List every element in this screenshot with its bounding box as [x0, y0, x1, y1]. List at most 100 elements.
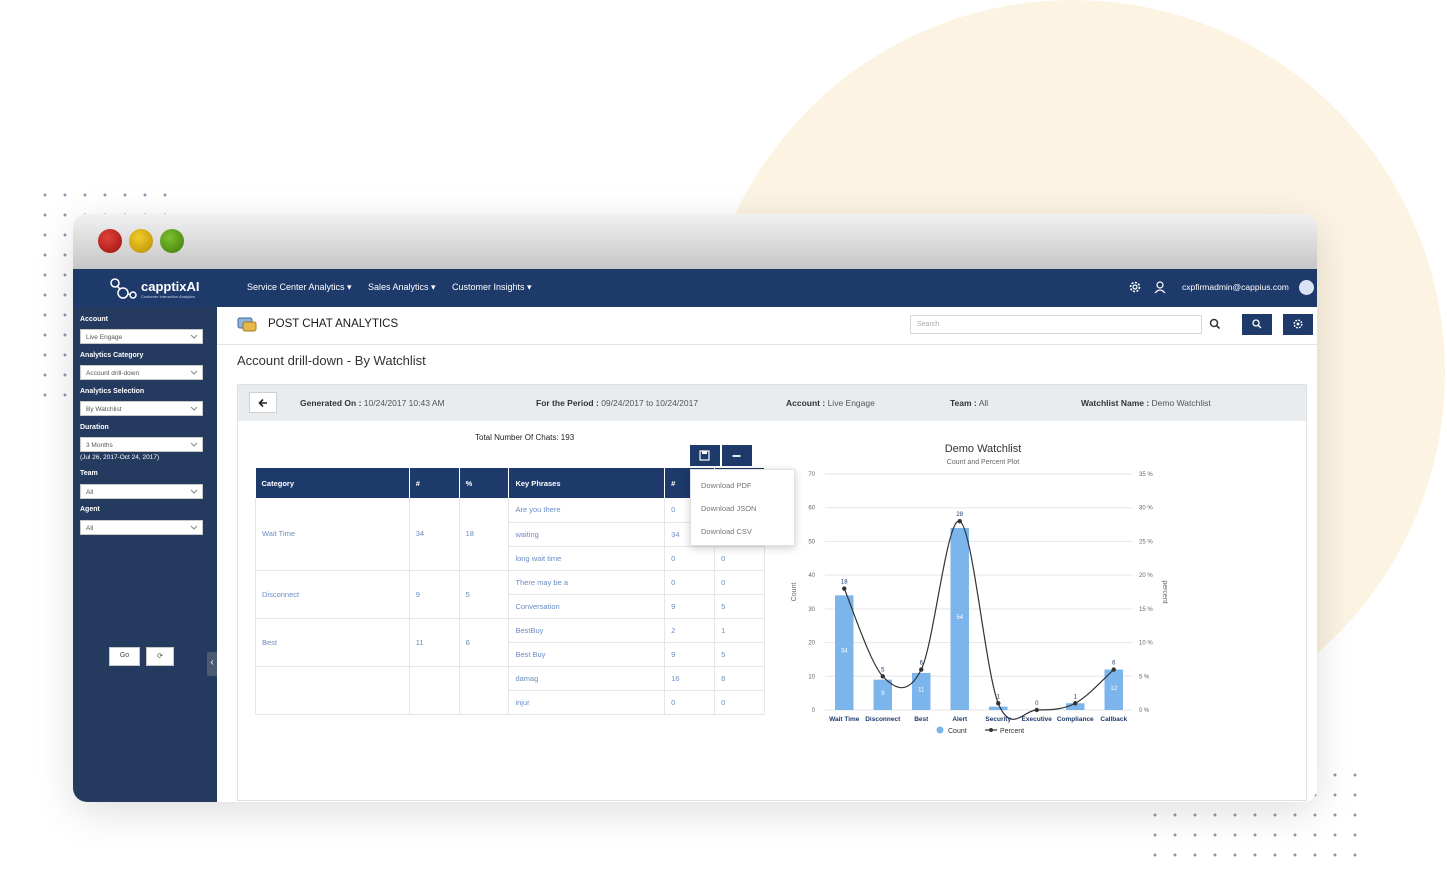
x-tick-label: Callback — [1100, 716, 1127, 723]
legend-count-label: Count — [948, 728, 967, 735]
phrase-count-cell: 0 — [664, 570, 716, 595]
count-cell — [408, 666, 460, 715]
logo-text: capptixAI — [141, 279, 200, 294]
chevron-down-icon — [190, 334, 198, 339]
percent-data-label: 5 — [881, 667, 885, 673]
chevron-down-icon — [190, 525, 198, 530]
report-subtitle: Account drill-down - By Watchlist — [237, 353, 426, 368]
chart-svg: Demo WatchlistCount and Percent Plot0102… — [791, 443, 1168, 735]
search-icon[interactable] — [1207, 316, 1223, 332]
col-count[interactable]: # — [409, 468, 460, 498]
y2-tick-label: 5 % — [1139, 674, 1150, 680]
settings-button[interactable] — [1283, 314, 1313, 335]
duration-label: Duration — [80, 424, 109, 431]
team-select[interactable]: All — [80, 484, 203, 499]
y-tick-label: 0 — [812, 708, 816, 714]
phrase-cell[interactable]: There may be a — [508, 570, 666, 595]
y2-tick-label: 15 % — [1139, 607, 1153, 613]
analytics-selection-select[interactable]: By Watchlist — [80, 401, 203, 416]
percent-data-label: 1 — [997, 694, 1001, 700]
chevron-down-icon — [190, 370, 198, 375]
sidebar-collapse-toggle[interactable]: ‹ — [207, 652, 217, 676]
close-window-button[interactable] — [98, 229, 122, 253]
count-cell: 11 — [408, 618, 460, 667]
nav-menu-customer-insights[interactable]: Customer Insights ▾ — [452, 282, 532, 293]
y-tick-label: 40 — [808, 573, 815, 579]
agent-select[interactable]: All — [80, 520, 203, 535]
analytics-selection-label: Analytics Selection — [80, 388, 145, 395]
bar-security — [989, 706, 1008, 710]
avatar[interactable] — [1299, 280, 1314, 295]
bar-data-label: 54 — [956, 615, 963, 621]
download-pdf-item[interactable]: Download PDF — [701, 481, 751, 490]
percent-point — [996, 701, 1001, 706]
download-button[interactable] — [690, 445, 720, 466]
maximize-window-button[interactable] — [160, 229, 184, 253]
percent-cell: 6 — [458, 618, 510, 667]
arrow-left-icon — [258, 398, 267, 408]
chat-analytics-icon — [237, 317, 257, 332]
phrase-cell[interactable]: BestBuy — [508, 618, 666, 643]
percent-data-label: 18 — [841, 580, 848, 586]
window-titlebar — [73, 214, 1317, 269]
phrase-percent-cell: 0 — [714, 690, 765, 715]
percent-point — [1111, 667, 1116, 672]
zoom-icon — [1252, 319, 1262, 329]
category-cell[interactable]: Best — [255, 618, 410, 667]
back-button[interactable] — [249, 392, 277, 413]
phrase-percent-cell: 5 — [714, 594, 765, 619]
download-json-item[interactable]: Download JSON — [701, 504, 756, 513]
phrase-cell[interactable]: Conversation — [508, 594, 666, 619]
y2-tick-label: 20 % — [1139, 573, 1153, 579]
agent-label: Agent — [80, 506, 100, 513]
collapse-button[interactable] — [722, 445, 752, 466]
go-button[interactable]: Go — [109, 647, 140, 666]
refresh-button[interactable]: ⟳ — [146, 647, 174, 666]
y-tick-label: 60 — [808, 506, 815, 512]
y-tick-label: 30 — [808, 607, 815, 613]
account-select[interactable]: Live Engage — [80, 329, 203, 344]
chevron-down-icon — [190, 406, 198, 411]
percent-point — [957, 519, 962, 524]
y2-tick-label: 0 % — [1139, 708, 1150, 714]
gear-icon — [1293, 319, 1303, 329]
table-row: Wait Time 34 18 Are you there 0 0 — [255, 498, 765, 571]
category-cell[interactable]: Wait Time — [255, 498, 410, 571]
x-tick-label: Compliance — [1057, 716, 1094, 723]
minimize-window-button[interactable] — [129, 229, 153, 253]
nav-menu-service-center[interactable]: Service Center Analytics ▾ — [247, 282, 352, 293]
analytics-category-label: Analytics Category — [80, 352, 144, 359]
nav-menu-sales-analytics[interactable]: Sales Analytics ▾ — [368, 282, 436, 293]
percent-point — [919, 667, 924, 672]
phrase-cell[interactable]: damag — [508, 666, 666, 691]
minus-icon — [732, 455, 741, 457]
phrase-percent-cell: 8 — [714, 666, 765, 691]
phrase-percent-cell: 0 — [714, 570, 765, 595]
col-key-phrases[interactable]: Key Phrases — [508, 468, 666, 498]
phrase-cell[interactable]: long wait time — [508, 546, 666, 571]
percent-cell: 18 — [458, 498, 510, 571]
analytics-category-select[interactable]: Account drill-down — [80, 365, 203, 380]
report-panel: Generated On : 10/24/2017 10:43 AM For t… — [237, 384, 1307, 801]
gear-icon[interactable] — [1128, 280, 1142, 294]
phrase-percent-cell: 0 — [714, 546, 765, 571]
user-icon[interactable] — [1153, 280, 1167, 294]
chart-title: Demo Watchlist — [945, 443, 1022, 455]
table-row: Best 11 6 BestBuy 2 1 — [255, 618, 765, 667]
zoom-button[interactable] — [1242, 314, 1272, 335]
category-cell[interactable]: Disconnect — [255, 570, 410, 619]
phrase-cell[interactable]: injur — [508, 690, 666, 715]
search-input[interactable]: Search — [910, 315, 1202, 334]
phrase-cell[interactable]: Best Buy — [508, 642, 666, 667]
col-percent[interactable]: % — [459, 468, 510, 498]
duration-select[interactable]: 3 Months — [80, 437, 203, 452]
col-category[interactable]: Category — [255, 468, 410, 498]
phrase-cell[interactable]: Are you there — [508, 498, 666, 523]
team-label: Team — [80, 470, 98, 477]
download-csv-item[interactable]: Download CSV — [701, 527, 752, 536]
table-header-row: Category # % Key Phrases # % — [255, 468, 765, 498]
user-email[interactable]: cxpfirmadmin@cappius.com — [1182, 282, 1289, 292]
app-logo[interactable]: capptixAI Customer Interaction Analytics — [109, 277, 209, 301]
period: For the Period : 09/24/2017 to 10/24/201… — [536, 398, 699, 408]
phrase-cell[interactable]: waiting — [508, 522, 666, 547]
